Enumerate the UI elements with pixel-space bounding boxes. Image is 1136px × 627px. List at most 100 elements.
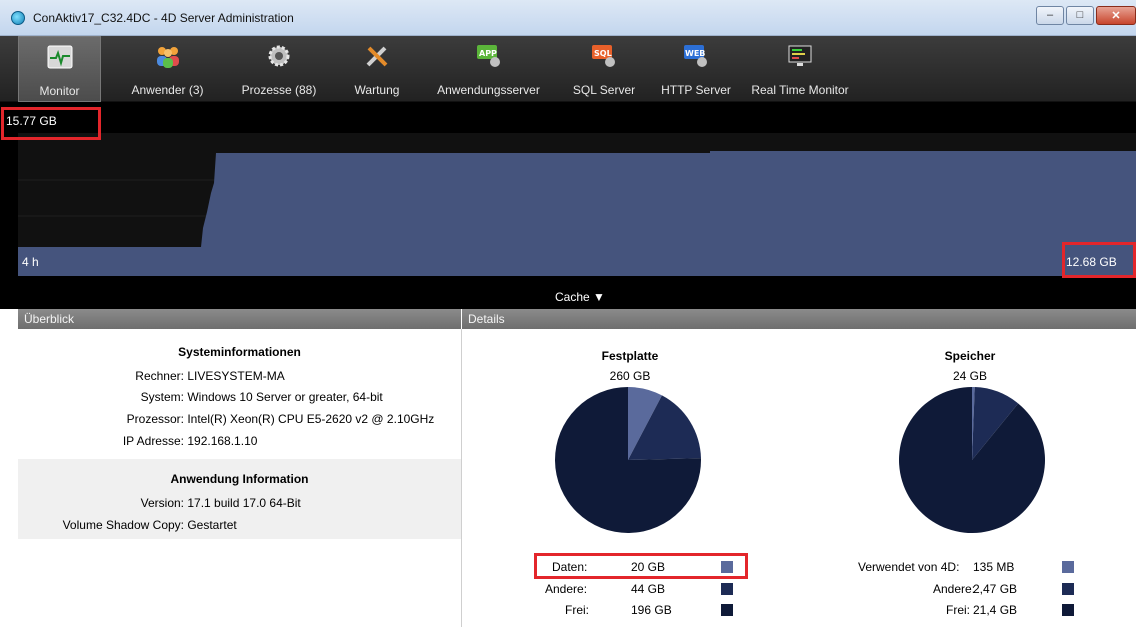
memory-legend-row: Frei: 21,4 GB [946,603,1017,617]
http-server-icon: WEB [684,45,707,67]
minimize-icon: – [1046,9,1054,21]
svg-text:APP: APP [479,49,497,58]
graph-time-label: 4 h [22,255,39,269]
title-bar: ConAktiv17_C32.4DC - 4D Server Administr… [0,0,1136,36]
close-icon: ✕ [1111,10,1121,22]
system-row: Rechner: LIVESYSTEM-MA [18,369,285,383]
highlight-box [1,107,101,140]
real-time-monitor-icon [788,45,812,66]
disk-legend-value: 44 GB [631,582,666,596]
maximize-button[interactable]: □ [1066,6,1094,25]
disk-legend-row: Frei: 196 GB [565,603,672,617]
application-row-value: Gestartet [187,518,237,532]
disk-title: Festplatte [601,349,659,363]
tab-label: Prozesse (88) [241,83,317,97]
main-toolbar: Monitor Anwender (3) Prozesse (88) Wartu… [0,36,1136,102]
graph-plot-area [18,133,1136,276]
application-row-key: Version: [140,496,184,510]
system-row-key: System: [140,390,184,404]
disk-legend-label: Andere: [545,582,588,596]
svg-text:WEB: WEB [685,49,705,58]
memory-legend-value: 2,47 GB [973,582,1018,596]
disk-legend-swatch [721,583,733,595]
tab-http-server[interactable]: WEB HTTP Server [652,36,740,102]
system-row-value: LIVESYSTEM-MA [187,369,285,383]
tab-label: Real Time Monitor [751,83,849,97]
system-row: Prozessor: Intel(R) Xeon(R) CPU E5-2620 … [18,412,435,426]
memory-legend-swatch [1062,561,1074,573]
memory-title: Speicher [944,349,996,363]
memory-legend-row: Andere:2,47 GB [933,582,1017,596]
system-row-key: Prozessor: [126,412,184,426]
system-row-value: Intel(R) Xeon(R) CPU E5-2620 v2 @ 2.10GH… [187,412,435,426]
system-row-value: 192.168.1.10 [187,434,258,448]
tab-label: Anwendungsserver [437,83,540,97]
graph-svg [18,151,1136,276]
users-icon [156,47,179,68]
tab-real-time-monitor[interactable]: Real Time Monitor [744,36,856,102]
memory-total: 24 GB [952,369,988,383]
monitor-icon [47,45,72,69]
application-row: Version: 17.1 build 17.0 64-Bit [18,496,301,510]
system-row: IP Adresse: 192.168.1.10 [18,434,258,448]
system-row: System: Windows 10 Server or greater, 64… [18,390,383,404]
tab-label: SQL Server [572,83,636,97]
window-title: ConAktiv17_C32.4DC - 4D Server Administr… [33,11,294,25]
memory-legend-label: Andere: [933,582,976,596]
tab-processes[interactable]: Prozesse (88) [231,36,327,102]
disk-legend-value: 196 GB [631,603,672,617]
disk-legend-swatch [721,561,733,573]
memory-pie-chart [899,387,1045,533]
details-panel: Festplatte 260 GB Daten: 20 GB Andere: 44 … [462,329,1136,627]
memory-legend-label: Verwendet von 4D: [858,560,960,574]
disk-pie-chart [555,387,701,533]
system-row-key: Rechner: [135,369,184,383]
application-row: Volume Shadow Copy: Gestartet [18,518,237,532]
tab-monitor[interactable]: Monitor [18,36,101,102]
svg-text:SQL: SQL [594,49,612,58]
tab-label: HTTP Server [661,83,731,97]
system-info-title: Systeminformationen [178,345,301,359]
memory-legend-value: 21,4 GB [973,603,1018,617]
tab-label: Anwender (3) [131,83,204,97]
tab-sql-server[interactable]: SQL SQL Server [562,36,646,102]
tab-application-server[interactable]: APP Anwendungsserver [427,36,550,102]
application-info-title: Anwendung Information [170,472,309,486]
highlight-box [1062,242,1136,278]
tab-label: Monitor [39,84,80,98]
memory-pie-slice-2 [899,387,1045,533]
disk-total: 260 GB [609,369,651,383]
application-info-group: Anwendung Information Version: 17.1 buil… [18,459,461,539]
application-row-key: Volume Shadow Copy: [62,518,184,532]
sql-server-icon: SQL [592,45,615,67]
overview-title: Überblick [24,312,75,326]
tools-icon [366,46,388,67]
cache-usage-graph: 15.77 GB 4 h 12.68 GB [0,102,1136,287]
disk-legend-label: Daten: [552,560,588,574]
application-row-value: 17.1 build 17.0 64-Bit [187,496,301,510]
tab-maintenance[interactable]: Wartung [343,36,411,102]
details-header: Details [462,309,1136,329]
cache-selector-bar: Cache ▼ [0,287,1136,309]
system-row-key: IP Adresse: [122,434,184,448]
disk-legend-row: Andere: 44 GB [545,582,665,596]
cache-dropdown[interactable]: Cache ▼ [555,290,605,304]
disk-legend-row: Daten: 20 GB [552,560,665,574]
system-row-value: Windows 10 Server or greater, 64-bit [187,390,383,404]
close-button[interactable]: ✕ [1096,6,1136,25]
chevron-down-icon: ▼ [593,290,605,304]
disk-legend-label: Frei: [565,603,589,617]
app-icon [11,11,25,25]
disk-legend-value: 20 GB [631,560,666,574]
details-title: Details [468,312,505,326]
disk-legend-swatch [721,604,733,616]
gear-icon [268,45,290,67]
maximize-icon: □ [1076,9,1084,21]
memory-legend-swatch [1062,583,1074,595]
window-controls: – □ ✕ [1034,6,1136,25]
app-server-icon: APP [476,45,500,67]
memory-legend-value: 135 MB [973,560,1015,574]
minimize-button[interactable]: – [1036,6,1064,25]
cache-fill-area [18,151,1136,276]
tab-users[interactable]: Anwender (3) [121,36,214,102]
